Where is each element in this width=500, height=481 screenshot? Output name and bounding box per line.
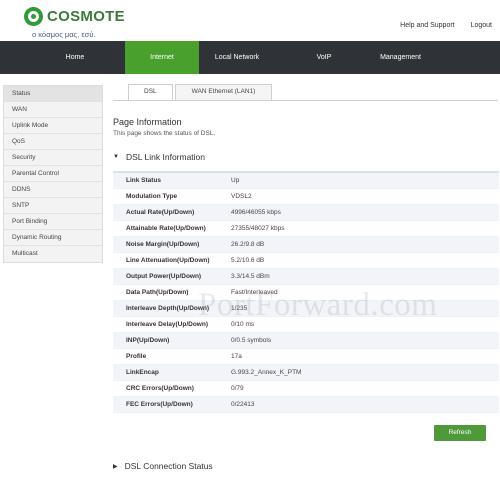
table-row: Data Path(Up/Down) Fast/Interleaved xyxy=(113,285,499,301)
row-value: 3.3/14.5 dBm xyxy=(231,273,270,280)
table-row: Noise Margin(Up/Down) 26.2/9.8 dB xyxy=(113,237,499,253)
nav-internet[interactable]: Internet xyxy=(125,41,199,74)
sidebar-item-qos[interactable]: QoS xyxy=(4,134,102,150)
table-row: Attainable Rate(Up/Down) 27355/48027 kbps xyxy=(113,221,499,237)
content-tabs: DSL WAN Ethernet (LAN1) xyxy=(128,84,274,100)
nav-management[interactable]: Management xyxy=(373,41,428,74)
sidebar-item-parental-control[interactable]: Parental Control xyxy=(4,166,102,182)
table-row: Interleave Delay(Up/Down) 0/10 ms xyxy=(113,317,499,333)
table-row: Actual Rate(Up/Down) 4996/46055 kbps xyxy=(113,205,499,221)
table-row: Interleave Depth(Up/Down) 1/235 xyxy=(113,301,499,317)
row-value: 27355/48027 kbps xyxy=(231,225,285,232)
table-row: FEC Errors(Up/Down) 0/22413 xyxy=(113,397,499,413)
row-label: Link Status xyxy=(126,177,162,184)
row-label: Noise Margin(Up/Down) xyxy=(126,241,200,248)
sidebar-item-dynamic-routing[interactable]: Dynamic Routing xyxy=(4,230,102,246)
page-description: This page shows the status of DSL. xyxy=(113,130,216,137)
table-row: Modulation Type VDSL2 xyxy=(113,189,499,205)
row-value: 26.2/9.8 dB xyxy=(231,241,265,248)
cosmote-logo-mark-icon xyxy=(24,7,43,26)
row-value: 0/10 ms xyxy=(231,321,255,328)
section-title: DSL Link Information xyxy=(125,152,206,162)
sidebar-item-sntp[interactable]: SNTP xyxy=(4,198,102,214)
collapsed-triangle-icon: ▶ xyxy=(113,463,118,470)
row-label: Interleave Delay(Up/Down) xyxy=(126,321,208,328)
dsl-info-table: Link Status Up Modulation Type VDSL2 Actual … xyxy=(113,171,499,413)
row-value: G.993.2_Annex_K_PTM xyxy=(231,369,302,376)
row-value: 0/79 xyxy=(231,385,244,392)
nav-local-network[interactable]: Local Network xyxy=(199,41,275,74)
row-value: Up xyxy=(231,177,240,184)
table-row: Link Status Up xyxy=(113,173,499,189)
row-value: Fast/Interleaved xyxy=(231,289,278,296)
row-label: FEC Errors(Up/Down) xyxy=(126,401,193,408)
row-value: 1/235 xyxy=(231,305,248,312)
row-label: Actual Rate(Up/Down) xyxy=(126,209,195,216)
tab-dsl[interactable]: DSL xyxy=(128,84,173,100)
row-label: Line Attenuation(Up/Down) xyxy=(126,257,210,264)
refresh-button[interactable]: Refresh xyxy=(434,425,486,441)
table-row: CRC Errors(Up/Down) 0/79 xyxy=(113,381,499,397)
top-links: Help and Support Logout xyxy=(386,22,492,29)
sidebar-menu: Status WAN Uplink Mode QoS Security Pare… xyxy=(3,85,103,263)
section-title: DSL Connection Status xyxy=(124,461,213,471)
sidebar-item-port-binding[interactable]: Port Binding xyxy=(4,214,102,230)
expanded-triangle-icon: ▼ xyxy=(113,154,119,160)
row-value: 17a xyxy=(231,353,242,360)
nav-voip[interactable]: VoIP xyxy=(275,41,373,74)
logout-link[interactable]: Logout xyxy=(471,22,492,29)
sidebar-item-ddns[interactable]: DDNS xyxy=(4,182,102,198)
row-value: 4996/46055 kbps xyxy=(231,209,281,216)
row-label: Output Power(Up/Down) xyxy=(126,273,202,280)
row-label: Interleave Depth(Up/Down) xyxy=(126,305,210,312)
row-label: Attainable Rate(Up/Down) xyxy=(126,225,206,232)
row-value: 0/0.5 symbols xyxy=(231,337,272,344)
sidebar-item-wan[interactable]: WAN xyxy=(4,102,102,118)
dsl-connection-status-header[interactable]: ▶ DSL Connection Status xyxy=(113,461,213,471)
row-value: VDSL2 xyxy=(231,193,252,200)
sidebar-item-security[interactable]: Security xyxy=(4,150,102,166)
tabs-divider xyxy=(113,100,498,101)
table-row: Profile 17a xyxy=(113,349,499,365)
cosmote-logo: COSMOTE ο κόσμος μας, εσύ. xyxy=(14,6,125,39)
table-row: Line Attenuation(Up/Down) 5.2/10.6 dB xyxy=(113,253,499,269)
logo-tagline: ο κόσμος μας, εσύ. xyxy=(32,30,96,39)
page-title: Page Information xyxy=(113,117,182,127)
table-row: LinkEncap G.993.2_Annex_K_PTM xyxy=(113,365,499,381)
row-label: Profile xyxy=(126,353,147,360)
sidebar-item-multicast[interactable]: Multicast xyxy=(4,246,102,262)
dsl-link-information-header[interactable]: ▼ DSL Link Information xyxy=(113,152,205,162)
main-navbar: Home Internet Local Network VoIP Managem… xyxy=(0,41,500,74)
row-label: INP(Up/Down) xyxy=(126,337,170,344)
logo-brand-name: COSMOTE xyxy=(47,8,125,25)
row-label: LinkEncap xyxy=(126,369,159,376)
row-label: Data Path(Up/Down) xyxy=(126,289,189,296)
row-value: 0/22413 xyxy=(231,401,255,408)
tab-wan-ethernet[interactable]: WAN Ethernet (LAN1) xyxy=(174,84,273,100)
table-row: INP(Up/Down) 0/0.5 symbols xyxy=(113,333,499,349)
table-row: Output Power(Up/Down) 3.3/14.5 dBm xyxy=(113,269,499,285)
row-label: Modulation Type xyxy=(126,193,178,200)
nav-home[interactable]: Home xyxy=(0,41,125,74)
help-and-support-link[interactable]: Help and Support xyxy=(400,22,454,29)
sidebar-item-status[interactable]: Status xyxy=(4,86,102,102)
row-value: 5.2/10.6 dB xyxy=(231,257,265,264)
sidebar-item-uplink-mode[interactable]: Uplink Mode xyxy=(4,118,102,134)
row-label: CRC Errors(Up/Down) xyxy=(126,385,194,392)
